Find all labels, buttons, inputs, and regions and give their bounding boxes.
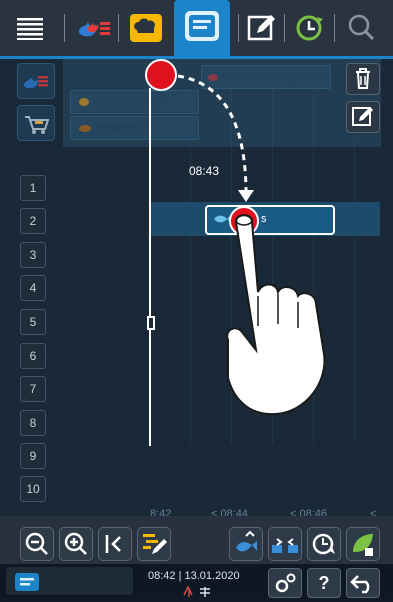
timing-icon — [312, 533, 335, 555]
jump-to-now-button[interactable] — [98, 527, 132, 561]
arrow-head-icon — [238, 190, 254, 202]
zoom-in-button[interactable] — [59, 527, 93, 561]
date: 13.01.2020 — [184, 570, 240, 582]
timing-button[interactable] — [307, 527, 341, 561]
time-date-separator: | — [178, 570, 182, 582]
back-button[interactable] — [346, 568, 380, 598]
back-arrow-icon — [350, 575, 370, 594]
help-button[interactable]: ? — [307, 568, 341, 598]
close-gap-icon — [272, 538, 298, 553]
apply-batch-button[interactable] — [229, 527, 263, 561]
eco-leaf-icon — [353, 534, 373, 556]
clock-time: 08:42 — [148, 570, 176, 582]
fan-status-icon — [182, 584, 212, 602]
help-label: ? — [318, 572, 330, 593]
eco-button[interactable] — [346, 527, 380, 561]
pointing-hand-icon — [226, 214, 326, 416]
jump-to-now-icon — [105, 535, 121, 553]
apply-batch-icon — [236, 530, 257, 552]
active-tab-indicator[interactable] — [6, 567, 133, 595]
planning-list-icon — [15, 573, 39, 591]
zoom-in-icon — [64, 532, 87, 555]
touch-start-indicator — [145, 59, 177, 91]
settings-button[interactable] — [268, 568, 302, 598]
edit-schedule-button[interactable] — [137, 527, 171, 561]
close-gap-button[interactable] — [268, 527, 302, 561]
zoom-out-icon — [25, 532, 48, 555]
edit-schedule-icon — [143, 534, 167, 554]
date-time-display: 08:42 | 13.01.2020 — [148, 570, 240, 582]
zoom-out-button[interactable] — [20, 527, 54, 561]
settings-gears-icon — [275, 573, 296, 593]
